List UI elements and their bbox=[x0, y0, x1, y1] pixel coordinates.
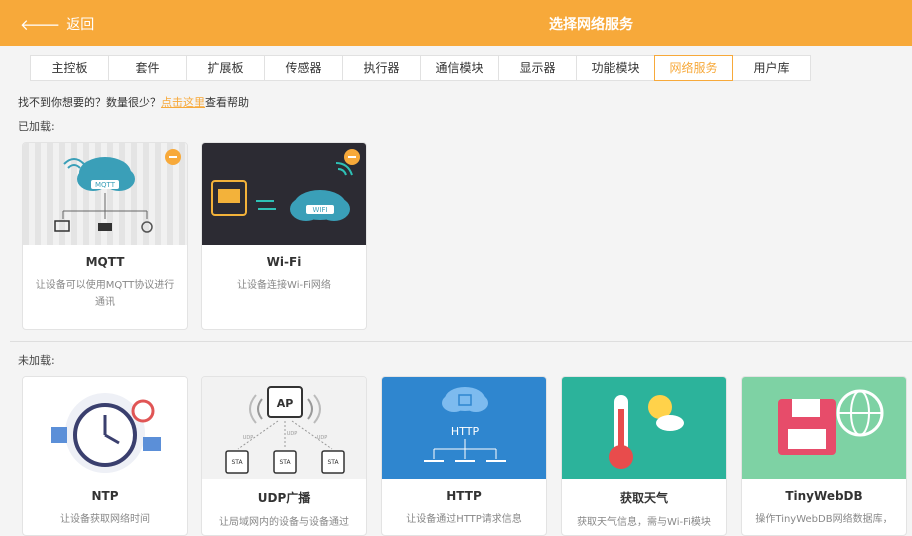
svg-text:AP: AP bbox=[277, 397, 294, 410]
loaded-label: 已加载: bbox=[18, 120, 55, 133]
svg-text:UDP: UDP bbox=[317, 435, 328, 441]
svg-text:MQTT: MQTT bbox=[95, 181, 116, 189]
tab-function-module[interactable]: 功能模块 bbox=[576, 55, 655, 81]
card-name: HTTP bbox=[446, 489, 482, 503]
wifi-cloud-icon: WIFI bbox=[211, 162, 353, 221]
floppy-disk-icon bbox=[778, 389, 884, 455]
tab-actuator[interactable]: 执行器 bbox=[342, 55, 421, 81]
category-tabs: 主控板 套件 扩展板 传感器 执行器 通信模块 显示器 功能模块 网络服务 用户… bbox=[30, 55, 811, 81]
card-name: 获取天气 bbox=[619, 491, 668, 505]
page-title: 选择网络服务 bbox=[549, 17, 633, 33]
remove-icon[interactable] bbox=[344, 149, 360, 165]
tab-user-library[interactable]: 用户库 bbox=[732, 55, 811, 81]
tab-network-service[interactable]: 网络服务 bbox=[654, 55, 733, 81]
card-mqtt[interactable]: MQTT MQTT 让设备可以使用MQTT协议进行通讯 bbox=[22, 142, 188, 330]
ntp-image bbox=[23, 377, 187, 479]
card-name: NTP bbox=[91, 489, 119, 503]
card-udp-broadcast[interactable]: AP UDP UDP UDP STA STA STA UDP广播 让局域网内的设… bbox=[201, 376, 367, 536]
thermometer-icon bbox=[609, 395, 684, 469]
tab-expansion-board[interactable]: 扩展板 bbox=[186, 55, 265, 81]
http-cloud-icon: HTTP bbox=[424, 387, 506, 462]
svg-text:STA: STA bbox=[231, 459, 243, 466]
card-name: UDP广播 bbox=[257, 491, 311, 505]
unloaded-label: 未加载: bbox=[18, 354, 55, 367]
tab-kit[interactable]: 套件 bbox=[108, 55, 187, 81]
tab-sensor[interactable]: 传感器 bbox=[264, 55, 343, 81]
http-image: HTTP bbox=[382, 377, 546, 479]
help-link[interactable]: 点击这里 bbox=[161, 96, 205, 109]
wifi-image: WIFI bbox=[202, 143, 366, 245]
tab-display[interactable]: 显示器 bbox=[498, 55, 577, 81]
card-desc: 获取天气信息，需与Wi-Fi模块 bbox=[577, 517, 711, 528]
card-desc: 让局域网内的设备与设备通过 bbox=[219, 517, 349, 528]
card-desc: 让设备连接Wi-Fi网络 bbox=[237, 280, 331, 291]
svg-text:STA: STA bbox=[327, 459, 339, 466]
tinywebdb-image bbox=[742, 377, 906, 479]
access-point-icon: AP UDP UDP UDP STA STA STA bbox=[225, 386, 345, 474]
header-bar: 🡐 返回 选择网络服务 bbox=[0, 0, 912, 46]
card-desc: 操作TinyWebDB网络数据库， bbox=[755, 514, 893, 525]
svg-text:HTTP: HTTP bbox=[451, 425, 480, 438]
card-name: Wi-Fi bbox=[266, 255, 302, 269]
card-name: TinyWebDB bbox=[785, 489, 863, 503]
udp-image: AP UDP UDP UDP STA STA STA bbox=[202, 377, 366, 479]
card-weather[interactable]: 获取天气 获取天气信息，需与Wi-Fi模块 bbox=[561, 376, 727, 536]
cloud-icon: MQTT bbox=[54, 157, 153, 233]
svg-text:UDP: UDP bbox=[243, 435, 254, 441]
card-ntp[interactable]: NTP 让设备获取网络时间 bbox=[22, 376, 188, 536]
svg-text:STA: STA bbox=[279, 459, 291, 466]
svg-text:UDP: UDP bbox=[287, 431, 298, 437]
weather-image bbox=[562, 377, 726, 479]
help-text: 找不到你想要的？数量很少？点击这里查看帮助 bbox=[18, 96, 249, 109]
card-tinywebdb[interactable]: TinyWebDB 操作TinyWebDB网络数据库， bbox=[741, 376, 907, 536]
card-desc: 让设备通过HTTP请求信息 bbox=[406, 514, 522, 525]
card-desc: 让设备获取网络时间 bbox=[60, 514, 150, 525]
card-name: MQTT bbox=[85, 255, 125, 269]
section-divider bbox=[10, 341, 912, 342]
svg-text:WIFI: WIFI bbox=[312, 206, 327, 214]
clock-icon bbox=[51, 393, 161, 473]
card-wifi[interactable]: WIFI Wi-Fi 让设备连接Wi-Fi网络 bbox=[201, 142, 367, 330]
card-http[interactable]: HTTP HTTP 让设备通过HTTP请求信息 bbox=[381, 376, 547, 536]
mqtt-image: MQTT bbox=[23, 143, 187, 245]
remove-icon[interactable] bbox=[165, 149, 181, 165]
card-desc: 让设备可以使用MQTT协议进行通讯 bbox=[35, 280, 175, 308]
tab-communication[interactable]: 通信模块 bbox=[420, 55, 499, 81]
tab-main-board[interactable]: 主控板 bbox=[30, 55, 109, 81]
